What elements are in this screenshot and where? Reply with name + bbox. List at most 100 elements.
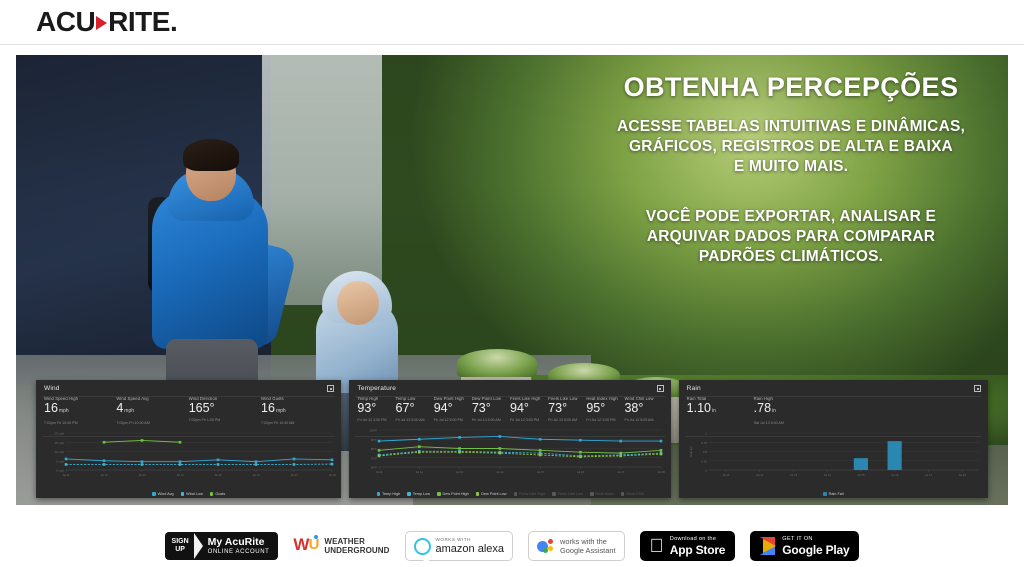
svg-text:80°F: 80°F (371, 447, 377, 451)
stat-timestamp: 7:02pm Fri 1:30 PM (188, 418, 221, 422)
stat-unit: mph (58, 408, 69, 414)
stat-value: 93° (357, 401, 377, 415)
hero-paragraph-2: VOCÊ PODE EXPORTAR, ANALISAR E ARQUIVAR … (576, 207, 1006, 267)
legend-wind[interactable]: Wind Avg Wind Low Gusts (36, 492, 341, 496)
svg-text:Jul 12: Jul 12 (100, 473, 108, 477)
stat-timestamp: Fri Jul 12 3:00 PM (510, 418, 540, 422)
stat-unit: mph (275, 408, 286, 414)
legend-item[interactable]: Dew Point Low (475, 492, 507, 496)
stat-timestamp: 7:02pm Fri 10:30 AM (116, 421, 150, 425)
panel-rain[interactable]: Rain Rain Total 1.10in Rain High .78in Sat J… (678, 380, 988, 498)
logo-dot: . (169, 6, 178, 37)
stat-value: 16mph (261, 401, 286, 415)
svg-text:Jul 14: Jul 14 (497, 470, 505, 474)
legend-label: Wind Avg (157, 492, 174, 496)
legend-item[interactable]: Temp High (376, 492, 401, 496)
chevron-right-icon (193, 533, 203, 559)
stat-value: 1.10in (686, 401, 716, 415)
svg-text:70°F: 70°F (371, 456, 377, 460)
badge-my-acurite-signup[interactable]: SIGN UP My AcuRite ONLINE ACCOUNT (164, 531, 279, 561)
svg-text:Jul 15: Jul 15 (537, 470, 545, 474)
stat-block: Feels Like High 94° Fri Jul 12 3:00 PM (510, 396, 548, 422)
stat-block: Heat Index High 95° Fri Jul 12 3:00 PM (586, 396, 624, 422)
stat-timestamp: 7:02pm Fri 10:30 PM (44, 421, 78, 425)
legend-label: Temp High (382, 492, 401, 496)
legend-swatch (475, 492, 480, 496)
legend-swatch (552, 492, 556, 496)
wu-line2: UNDERGROUND (324, 546, 390, 555)
legend-swatch (823, 492, 827, 496)
legend-label: Wind Low (186, 492, 203, 496)
chart-wind[interactable]: 20 mph 15 mph 10 mph 5 mph 0 mph Jul 11 Jul 12… (42, 429, 336, 481)
alexa-big-text: amazon alexa (435, 542, 505, 555)
signup-title: My AcuRite (207, 535, 265, 548)
stat-value: 165° (188, 401, 215, 415)
svg-text:Jul 15: Jul 15 (857, 473, 865, 477)
stat-value: 38° (624, 401, 644, 415)
legend-item[interactable]: Wind Chill (620, 492, 644, 496)
right-arrow-icon (96, 16, 108, 30)
hero-copy: OBTENHA PERCEPÇÕES ACESSE TABELAS INTUIT… (576, 63, 1006, 267)
badge-google-assistant[interactable]: works with the Google Assistant (528, 531, 625, 561)
svg-text:10 mph: 10 mph (54, 450, 64, 454)
legend-item[interactable]: Heat Index (590, 492, 614, 496)
panel-wind-title: Wind (44, 385, 60, 392)
svg-text:90°F: 90°F (371, 438, 377, 442)
legend-label: Feels Like Low (557, 492, 584, 496)
chart-rain[interactable]: 1 0.75 0.5 0.25 0 Rain (in) Jul 11 Jul 12 Jul 13… (685, 429, 982, 481)
google-play-small: GET IT ON (775, 535, 812, 542)
svg-text:Jul 15: Jul 15 (214, 473, 222, 477)
badge-app-store[interactable]:  Download on the App Store (639, 531, 736, 561)
legend-rain[interactable]: Rain Fall (679, 492, 988, 496)
acurite-logo[interactable]: ACU RITE . (36, 6, 178, 37)
expand-icon[interactable] (974, 385, 981, 392)
svg-text:Jul 17: Jul 17 (618, 470, 626, 474)
legend-item[interactable]: Feels Like High (513, 492, 545, 496)
svg-text:Jul 16: Jul 16 (577, 470, 585, 474)
svg-text:Jul 17: Jul 17 (290, 473, 298, 477)
chart-temperature[interactable]: 100°F 90°F 80°F 70°F 60°F Jul 11 Jul 12 Jul 13 J… (355, 426, 666, 478)
stat-value: .78in (753, 401, 776, 415)
stat-block: Dew Point Low 73° Fri Jul 13 5:00 AM (472, 396, 510, 422)
legend-item[interactable]: Wind Avg (152, 492, 174, 496)
badge-google-play[interactable]: GET IT ON Google Play (750, 531, 860, 561)
badge-amazon-alexa[interactable]: WORKS WITH amazon alexa (404, 531, 514, 566)
svg-text:Jul 11: Jul 11 (376, 470, 383, 474)
svg-text:0.25: 0.25 (701, 459, 707, 463)
stat-block: Rain High .78in Sat Jul 13 5:00 AM (754, 396, 821, 425)
expand-icon[interactable] (656, 385, 664, 392)
badge-weather-underground[interactable]: W U WEATHER UNDERGROUND (293, 531, 389, 561)
google-play-icon (760, 537, 777, 555)
legend-item[interactable]: Temp Low (407, 492, 430, 496)
panel-temperature-title: Temperature (357, 385, 397, 392)
legend-item[interactable]: Dew Point High (437, 492, 469, 496)
legend-item[interactable]: Feels Like Low (552, 492, 583, 496)
svg-text:Jul 14: Jul 14 (823, 473, 831, 477)
svg-text:Jul 16: Jul 16 (891, 473, 899, 477)
stat-timestamp: Sat Jul 13 5:00 AM (753, 421, 784, 425)
svg-text:5 mph: 5 mph (56, 459, 64, 463)
google-assistant-line1: works with the (560, 537, 607, 546)
legend-swatch (590, 492, 594, 496)
legend-item[interactable]: Wind Low (180, 492, 203, 496)
legend-temperature[interactable]: Temp High Temp Low Dew Point High Dew Point… (349, 492, 670, 496)
stat-value: 16mph (44, 401, 69, 415)
panel-wind[interactable]: Wind Wind Speed High 16mph 7:02pm Fri 10:3… (36, 380, 342, 498)
apple-icon:  (650, 537, 664, 556)
legend-item[interactable]: Rain Fall (823, 492, 844, 496)
stat-block: Temp Low 67° Fri Jul 13 5:00 AM (396, 396, 434, 422)
svg-text:Jul 11: Jul 11 (722, 473, 729, 477)
legend-label: Dew Point High (442, 492, 469, 496)
svg-text:Jul 14: Jul 14 (176, 473, 184, 477)
hero-p2-line1: VOCÊ PODE EXPORTAR, ANALISAR E (645, 208, 937, 225)
legend-label: Wind Chill (626, 492, 644, 496)
expand-icon[interactable] (327, 385, 335, 392)
signup-line2: UP (175, 546, 185, 553)
legend-item[interactable]: Gusts (209, 492, 225, 496)
panel-temperature[interactable]: Temperature Temp High 93° Fri Jul 12 3:00 … (349, 380, 671, 498)
legend-label: Rain Fall (828, 492, 844, 496)
google-assistant-icon (537, 538, 555, 554)
stat-timestamp: 7:02pm Fri 10:30 AM (261, 421, 295, 425)
stat-block: Dew Point High 94° Fri Jul 12 5:00 PM (434, 396, 472, 422)
google-assistant-line2: Google Assistant (560, 546, 616, 555)
